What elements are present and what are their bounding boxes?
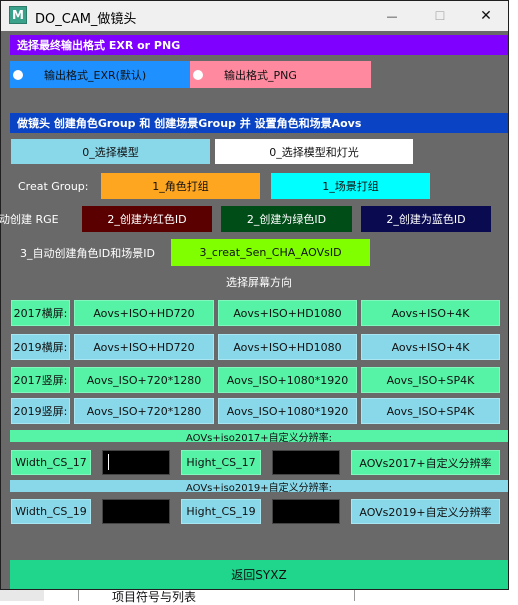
character-group-button[interactable]: 1_角色打组	[101, 173, 260, 199]
preset-2019-landscape-4k[interactable]: Aovs+ISO+4K	[361, 334, 500, 360]
blue-id-button[interactable]: 2_创建为蓝色ID	[361, 206, 491, 232]
row-label-2019-landscape: 2019横屏:	[11, 334, 70, 360]
aovs2019-custom-button[interactable]: AOVs2019+自定义分辨率	[351, 499, 500, 524]
window-title: DO_CAM_做镜头	[35, 12, 137, 27]
maximize-button[interactable]: ☐	[418, 1, 462, 31]
png-radio-label: 输出格式_PNG	[224, 68, 297, 82]
preset-2019-portrait-sp4k[interactable]: Aovs_ISO+SP4K	[361, 398, 500, 424]
png-radio-icon[interactable]	[193, 70, 203, 80]
hight-cs-19-label: Hight_CS_19	[181, 499, 261, 524]
camera-section-header: 做镜头 创建角色Group 和 创建场景Group 并 设置角色和场景Aovs	[10, 113, 508, 133]
custom-2019-header: AOVs+iso2019+自定义分辨率:	[10, 480, 508, 492]
row-label-2017-landscape: 2017横屏:	[11, 300, 70, 326]
output-format-header: 选择最终输出格式 EXR or PNG	[10, 35, 508, 55]
preset-2019-portrait-720[interactable]: Aovs_ISO+720*1280	[74, 398, 214, 424]
select-model-button[interactable]: 0_选择模型	[11, 139, 210, 164]
row-label-2017-portrait: 2017竖屏:	[11, 367, 70, 393]
preset-2017-portrait-sp4k[interactable]: Aovs_ISO+SP4K	[361, 367, 500, 393]
scene-group-button[interactable]: 1_场景打组	[271, 173, 430, 199]
preset-2017-landscape-hd1080[interactable]: Aovs+ISO+HD1080	[218, 300, 357, 326]
creat-group-label: Creat Group:	[18, 179, 89, 193]
preset-2017-landscape-hd720[interactable]: Aovs+ISO+HD720	[74, 300, 214, 326]
text-cursor	[108, 454, 109, 470]
width-cs-17-label: Width_CS_17	[11, 450, 91, 475]
hight-cs-17-input[interactable]	[272, 450, 340, 475]
hight-cs-17-label: Hight_CS_17	[181, 450, 261, 475]
preset-2019-landscape-hd720[interactable]: Aovs+ISO+HD720	[74, 334, 214, 360]
auto-id-label: 3_自动创建角色ID和场景ID	[20, 246, 155, 260]
width-cs-19-label: Width_CS_19	[11, 499, 91, 524]
close-button[interactable]: ✕	[464, 1, 508, 31]
width-cs-17-input[interactable]	[102, 450, 170, 475]
exr-radio-icon[interactable]	[13, 70, 23, 80]
background-text: 项目符号与列表	[112, 590, 197, 604]
auto-create-aovs-id-button[interactable]: 3_creat_Sen_CHA_AOVsID	[171, 239, 370, 266]
preset-2019-portrait-1080[interactable]: Aovs_ISO+1080*1920	[218, 398, 357, 424]
preset-2017-portrait-1080[interactable]: Aovs_ISO+1080*1920	[218, 367, 357, 393]
background-panel	[0, 590, 44, 601]
green-id-button[interactable]: 2_创建为绿色ID	[221, 206, 352, 232]
aovs2017-custom-button[interactable]: AOVs2017+自定义分辨率	[351, 450, 500, 475]
red-id-button[interactable]: 2_创建为红色ID	[82, 206, 212, 232]
minimize-button[interactable]: —	[370, 1, 414, 31]
orientation-label: 选择屏幕方向	[226, 276, 292, 289]
exr-radio-label: 输出格式_EXR(默认)	[44, 68, 147, 82]
select-model-lights-button[interactable]: 0_选择模型和灯光	[215, 139, 413, 164]
row-label-2019-portrait: 2019竖屏:	[11, 398, 70, 424]
app-icon: M	[9, 6, 27, 24]
preset-2017-portrait-720[interactable]: Aovs_ISO+720*1280	[74, 367, 214, 393]
back-syxz-button[interactable]: 返回SYXZ	[10, 560, 508, 589]
preset-2019-landscape-hd1080[interactable]: Aovs+ISO+HD1080	[218, 334, 357, 360]
custom-2017-header: AOVs+iso2017+自定义分辨率:	[10, 430, 508, 442]
rge-label: 手动创建 RGE	[0, 213, 59, 226]
background-right-edge	[509, 0, 518, 601]
width-cs-19-input[interactable]	[102, 499, 170, 524]
hight-cs-19-input[interactable]	[272, 499, 340, 524]
preset-2017-landscape-4k[interactable]: Aovs+ISO+4K	[361, 300, 500, 326]
